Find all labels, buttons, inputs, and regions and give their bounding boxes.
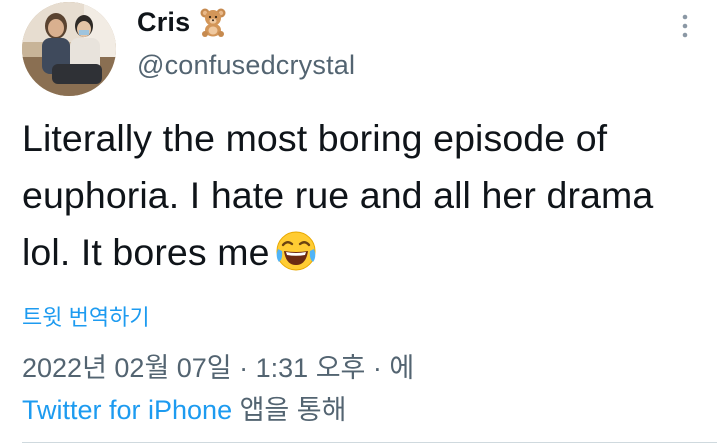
more-options-icon[interactable] [679,12,691,42]
tweet-text: Literally the most boring episode of eup… [22,110,702,281]
divider [22,442,717,443]
tweet-source: Twitter for iPhone 앱을 통해 [22,388,346,427]
avatar[interactable] [22,2,116,96]
avatar-photo [22,2,116,96]
display-name-row: Cris [137,4,355,40]
face-with-tears-of-joy-icon [274,229,318,273]
tweet-timestamp[interactable]: 2022년 02월 07일 · 1:31 오후 · 에 [22,346,414,385]
source-app-link[interactable]: Twitter for iPhone [22,395,232,425]
user-handle[interactable]: @confusedcrystal [137,50,355,81]
teddy-bear-icon [198,7,228,37]
tweet-text-body: Literally the most boring episode of eup… [22,117,654,273]
display-name[interactable]: Cris [137,7,190,38]
translate-tweet-link[interactable]: 트윗 번역하기 [22,300,150,332]
source-suffix: 앱을 통해 [232,395,347,425]
tweet-detail: Cris @confusedcrystal Literally the most… [0,0,717,446]
user-info: Cris @confusedcrystal [137,4,355,81]
